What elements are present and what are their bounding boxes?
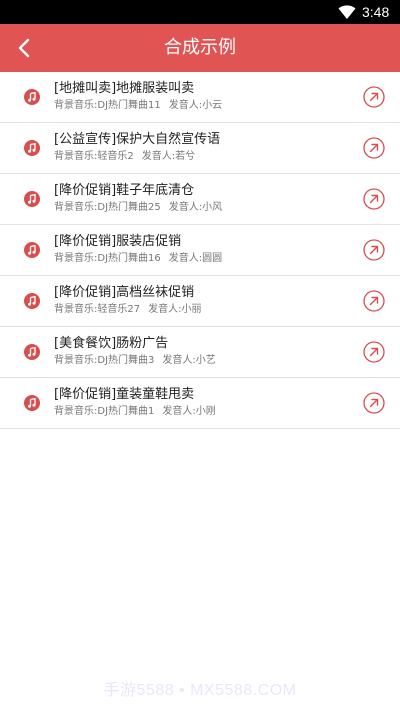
list-item[interactable]: [降价促销]服装店促销 背景音乐:DJ热门舞曲16 发音人:圆圆 — [0, 225, 400, 276]
arrow-up-right-circle-icon[interactable] — [363, 86, 385, 108]
item-speaker: 发音人:小丽 — [148, 304, 202, 315]
item-meta: 背景音乐:DJ热门舞曲16 发音人:圆圆 — [54, 252, 222, 266]
app-bar: 合成示例 — [0, 24, 400, 72]
item-meta: 背景音乐:DJ热门舞曲1 发音人:小刚 — [54, 405, 216, 419]
item-speaker: 发音人:小风 — [168, 202, 223, 213]
item-title: [降价促销]鞋子年底清仓 — [54, 183, 195, 198]
item-music: 背景音乐:DJ热门舞曲25 — [54, 202, 161, 213]
item-music: 背景音乐:轻音乐2 — [54, 151, 134, 162]
item-speaker: 发音人:小艺 — [162, 355, 216, 366]
item-meta: 背景音乐:轻音乐2 发音人:若兮 — [54, 150, 195, 164]
page-title: 合成示例 — [164, 37, 236, 58]
item-speaker: 发音人:小刚 — [162, 406, 216, 417]
item-music: 背景音乐:DJ热门舞曲3 — [54, 355, 155, 366]
music-note-icon — [24, 242, 40, 258]
music-note-icon — [24, 395, 40, 411]
item-meta: 背景音乐:轻音乐27 发音人:小丽 — [54, 303, 201, 317]
item-title: [美食餐饮]肠粉广告 — [54, 336, 169, 351]
music-note-icon — [24, 140, 40, 156]
item-music: 背景音乐:DJ热门舞曲16 — [54, 253, 161, 264]
item-meta: 背景音乐:DJ热门舞曲11 发音人:小云 — [54, 99, 222, 113]
music-note-icon — [24, 89, 40, 105]
arrow-up-right-circle-icon[interactable] — [363, 392, 385, 414]
list-item[interactable]: [降价促销]童装童鞋甩卖 背景音乐:DJ热门舞曲1 发音人:小刚 — [0, 378, 400, 429]
list-item[interactable]: [降价促销]高档丝袜促销 背景音乐:轻音乐27 发音人:小丽 — [0, 276, 400, 327]
wifi-icon — [338, 5, 356, 19]
watermark: 手游5588 • MX5588.COM — [103, 682, 297, 699]
item-speaker: 发音人:圆圆 — [168, 253, 223, 264]
item-music: 背景音乐:DJ热门舞曲11 — [54, 100, 161, 111]
arrow-up-right-circle-icon[interactable] — [363, 341, 385, 363]
status-time: 3:48 — [362, 4, 390, 20]
item-title: [降价促销]高档丝袜促销 — [54, 285, 195, 300]
arrow-up-right-circle-icon[interactable] — [363, 290, 385, 312]
item-meta: 背景音乐:DJ热门舞曲3 发音人:小艺 — [54, 354, 216, 368]
item-speaker: 发音人:小云 — [168, 100, 223, 111]
list-item[interactable]: [公益宣传]保护大自然宣传语 背景音乐:轻音乐2 发音人:若兮 — [0, 123, 400, 174]
example-list: [地摊叫卖]地摊服装叫卖 背景音乐:DJ热门舞曲11 发音人:小云 [公益宣传]保… — [0, 72, 400, 429]
arrow-up-right-circle-icon[interactable] — [363, 137, 385, 159]
arrow-up-right-circle-icon[interactable] — [363, 239, 385, 261]
music-note-icon — [24, 344, 40, 360]
item-music: 背景音乐:轻音乐27 — [54, 304, 141, 315]
list-item[interactable]: [地摊叫卖]地摊服装叫卖 背景音乐:DJ热门舞曲11 发音人:小云 — [0, 72, 400, 123]
item-title: [降价促销]童装童鞋甩卖 — [54, 387, 195, 402]
item-title: [地摊叫卖]地摊服装叫卖 — [54, 81, 195, 96]
item-meta: 背景音乐:DJ热门舞曲25 发音人:小风 — [54, 201, 222, 215]
music-note-icon — [24, 191, 40, 207]
item-music: 背景音乐:DJ热门舞曲1 — [54, 406, 155, 417]
music-note-icon — [24, 293, 40, 309]
item-title: [公益宣传]保护大自然宣传语 — [54, 132, 221, 147]
item-title: [降价促销]服装店促销 — [54, 234, 182, 249]
list-item[interactable]: [降价促销]鞋子年底清仓 背景音乐:DJ热门舞曲25 发音人:小风 — [0, 174, 400, 225]
status-bar: 3:48 — [0, 0, 400, 24]
list-item[interactable]: [美食餐饮]肠粉广告 背景音乐:DJ热门舞曲3 发音人:小艺 — [0, 327, 400, 378]
arrow-up-right-circle-icon[interactable] — [363, 188, 385, 210]
item-speaker: 发音人:若兮 — [141, 151, 196, 162]
